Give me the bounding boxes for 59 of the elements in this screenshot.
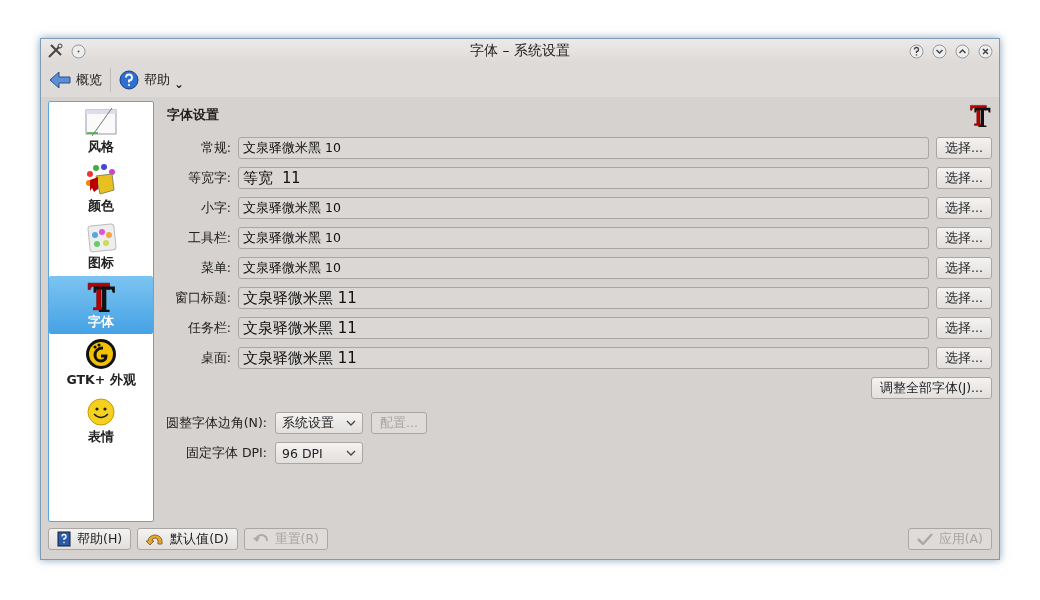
font-field[interactable]: 文泉驿微米黑 10 (238, 197, 930, 219)
sidebar-item[interactable]: 图标 (49, 218, 153, 276)
help-icon (119, 70, 139, 90)
undo-arrow-icon (146, 532, 165, 546)
adjust-all-fonts-button[interactable]: 调整全部字体(J)... (870, 377, 992, 399)
font-field[interactable]: 文泉驿微米黑 11 (238, 317, 930, 339)
choose-button[interactable]: 选择... (936, 197, 992, 219)
choose-button[interactable]: 选择... (936, 287, 992, 309)
close-icon[interactable] (978, 43, 993, 59)
back-button[interactable]: 概览 (47, 69, 104, 91)
dpi-dropdown[interactable]: 96 DPI (275, 442, 363, 464)
back-arrow-icon (49, 71, 71, 89)
font-field[interactable]: 等宽 11 (238, 167, 930, 189)
sidebar-item[interactable]: GTK+ 外观 (49, 334, 153, 392)
palette-icon (85, 222, 117, 253)
antialias-dropdown[interactable]: 系统设置 (275, 412, 363, 434)
minimize-icon[interactable] (932, 43, 947, 59)
section-title: 字体设置 (167, 106, 219, 124)
dropdown-caret[interactable]: ⌄ (174, 77, 185, 91)
choose-button[interactable]: 选择... (936, 317, 992, 339)
sidebar-item[interactable]: 表情 (49, 392, 153, 450)
maximize-icon[interactable] (955, 43, 970, 59)
field-label: 菜单: (199, 259, 231, 277)
font-field[interactable]: 文泉驿微米黑 10 (238, 257, 930, 279)
tools-icon[interactable] (47, 43, 63, 59)
field-label: 固定字体 DPI: (184, 444, 267, 462)
field-label: 工具栏: (186, 229, 231, 247)
paint-bucket-icon (84, 163, 118, 196)
window-icon (84, 106, 118, 137)
field-label: 小字: (199, 199, 231, 217)
field-label: 圆整字体边角(N): (164, 414, 267, 432)
foot-logo-icon (85, 337, 117, 370)
field-label: 任务栏: (186, 319, 231, 337)
field-label: 窗口标题: (173, 289, 231, 307)
chevron-down-icon (346, 450, 356, 456)
font-field[interactable]: 文泉驿微米黑 11 (238, 347, 930, 369)
field-label: 桌面: (199, 349, 231, 367)
sidebar-item[interactable]: 颜色 (49, 160, 153, 218)
help-button[interactable]: 帮助 (117, 68, 172, 92)
choose-button[interactable]: 选择... (936, 257, 992, 279)
font-field[interactable]: 文泉驿微米黑 10 (238, 227, 930, 249)
field-label: 等宽字: (186, 169, 231, 187)
checkmark-icon (916, 533, 933, 545)
font-field[interactable]: 文泉驿微米黑 10 (238, 137, 930, 159)
choose-button[interactable]: 选择... (936, 167, 992, 189)
font-icon (968, 103, 992, 127)
smiley-icon (86, 396, 116, 427)
font-field[interactable]: 文泉驿微米黑 11 (238, 287, 930, 309)
chevron-down-icon (346, 420, 356, 426)
sidebar-item[interactable]: 风格 (49, 102, 153, 160)
help-icon[interactable] (909, 43, 924, 59)
choose-button[interactable]: 选择... (936, 347, 992, 369)
choose-button[interactable]: 选择... (936, 137, 992, 159)
defaults-button[interactable]: 默认值(D) (137, 528, 238, 550)
field-label: 常规: (199, 139, 231, 157)
help-book-icon (57, 531, 71, 547)
window-title: 字体 – 系统设置 (470, 42, 570, 60)
help-button[interactable]: 帮助(H) (48, 528, 132, 550)
choose-button[interactable]: 选择... (936, 227, 992, 249)
